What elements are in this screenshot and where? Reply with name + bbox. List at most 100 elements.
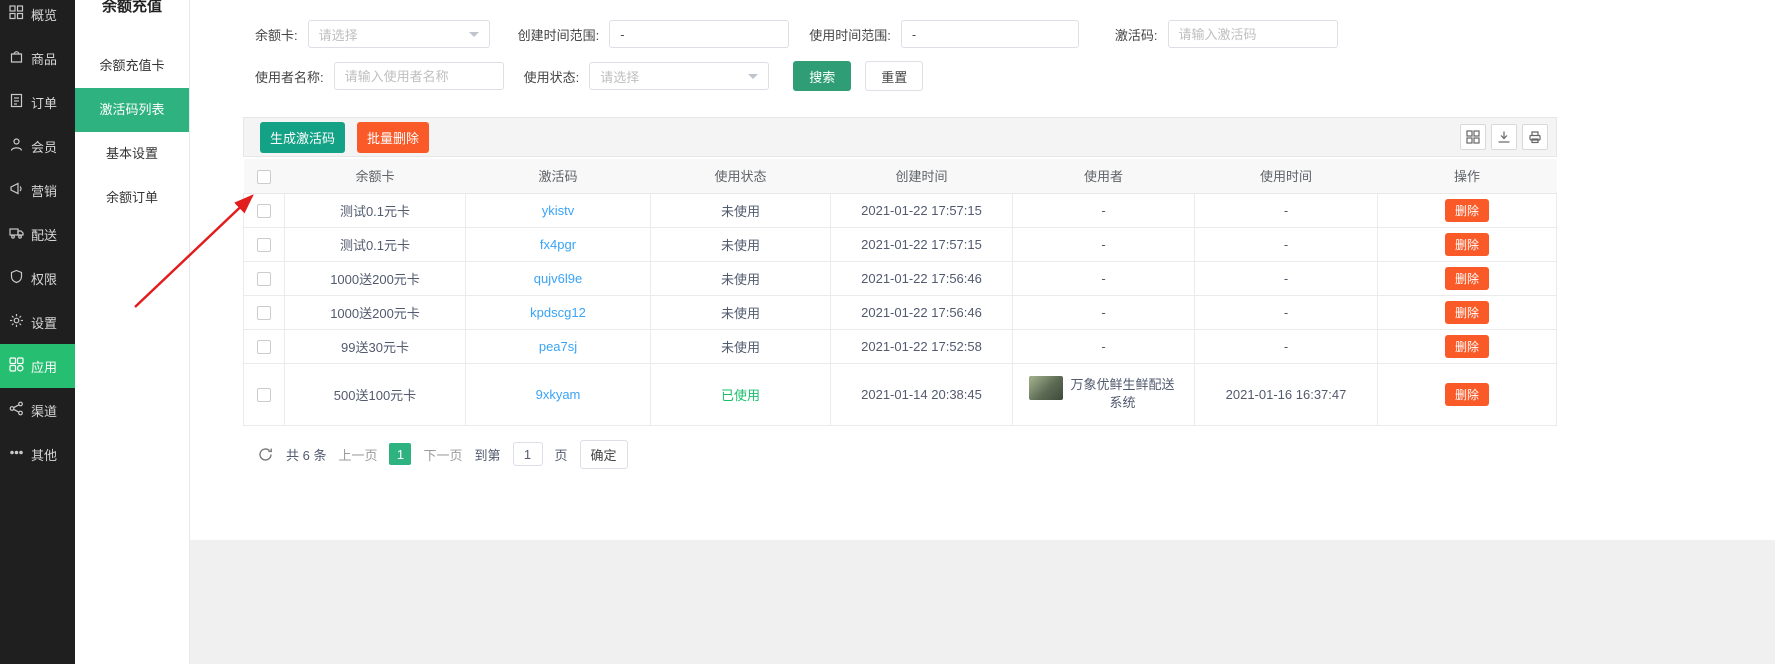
- select-placeholder: 请选择: [600, 69, 640, 85]
- cell-card: 99送30元卡: [284, 328, 466, 364]
- submenu-item-balance-orders[interactable]: 余额订单: [75, 176, 189, 220]
- balance-card-select[interactable]: 请选择: [307, 20, 490, 48]
- submenu-sidebar: 余额充值 余额充值卡 激活码列表 基本设置 余额订单: [75, 0, 190, 664]
- column-header: 操作: [1377, 159, 1557, 194]
- cell-user: -: [1012, 294, 1195, 330]
- marketing-icon: [9, 181, 24, 199]
- apps-icon: [9, 357, 24, 375]
- delete-button[interactable]: 删除: [1444, 198, 1489, 222]
- sidebar-item-goods[interactable]: 商品: [0, 36, 75, 80]
- cell-card: 测试0.1元卡: [284, 226, 466, 262]
- delete-button[interactable]: 删除: [1444, 334, 1489, 358]
- generate-code-button[interactable]: 生成激活码: [260, 121, 346, 153]
- activation-code-link[interactable]: ykistv: [542, 203, 575, 218]
- create-time-range-input[interactable]: [609, 20, 790, 48]
- column-header: 使用时间: [1194, 159, 1378, 194]
- cell-user: -: [1012, 260, 1195, 296]
- delete-button[interactable]: 删除: [1444, 266, 1489, 290]
- confirm-button[interactable]: 确定: [579, 439, 628, 469]
- cell-status: 未使用: [650, 328, 831, 364]
- sidebar-item-label: 渠道: [31, 403, 58, 419]
- table-row: 测试0.1元卡 fx4pgr 未使用 2021-01-22 17:57:15 -…: [243, 226, 1557, 262]
- use-time-range-input[interactable]: [900, 20, 1079, 48]
- column-header: 创建时间: [830, 159, 1013, 194]
- sidebar-item-other[interactable]: 其他: [0, 432, 75, 476]
- filter-row-1: 余额卡: 请选择 创建时间范围: 使用时间范围: 激活码:: [255, 20, 1775, 48]
- sidebar-item-label: 权限: [31, 271, 58, 287]
- search-button[interactable]: 搜索: [793, 61, 852, 91]
- use-status-select[interactable]: 请选择: [589, 62, 770, 90]
- row-checkbox[interactable]: [257, 305, 271, 320]
- activation-code-link[interactable]: kpdscg12: [530, 305, 586, 320]
- cell-status: 未使用: [650, 294, 831, 330]
- activation-codes-table: 余额卡 激活码 使用状态 创建时间 使用者 使用时间 操作 测试0.1元卡 yk…: [243, 159, 1557, 426]
- chevron-down-icon: [748, 73, 759, 79]
- other-icon: [9, 445, 24, 463]
- table-row: 1000送200元卡 qujv6l9e 未使用 2021-01-22 17:56…: [243, 260, 1557, 296]
- submenu-item-basic-settings[interactable]: 基本设置: [75, 132, 189, 176]
- select-placeholder: 请选择: [318, 27, 358, 43]
- user-avatar: [1028, 376, 1063, 400]
- delete-button[interactable]: 删除: [1444, 300, 1489, 324]
- refresh-icon[interactable]: [257, 446, 274, 463]
- activation-code-link[interactable]: pea7sj: [539, 339, 577, 354]
- table-section: 生成激活码 批量删除 余额卡 激活码 使用状态 创建时间 使用者 使用时间 操作…: [243, 117, 1557, 469]
- sidebar-item-apps[interactable]: 应用: [0, 344, 75, 388]
- overview-icon: [9, 5, 24, 23]
- sidebar-item-permissions[interactable]: 权限: [0, 256, 75, 300]
- sidebar-item-label: 概览: [31, 7, 58, 23]
- pagination: 共 6 条 上一页 1 下一页 到第 页 确定: [243, 432, 1557, 469]
- cell-created: 2021-01-22 17:57:15: [830, 192, 1013, 228]
- channels-icon: [9, 401, 24, 419]
- cell-used-at: -: [1194, 294, 1378, 330]
- page-background: [190, 540, 1775, 664]
- delete-button[interactable]: 删除: [1444, 382, 1489, 406]
- activation-code-link[interactable]: fx4pgr: [540, 237, 576, 252]
- sidebar-item-members[interactable]: 会员: [0, 124, 75, 168]
- sidebar-item-label: 配送: [31, 227, 58, 243]
- activation-code-link[interactable]: qujv6l9e: [534, 271, 582, 286]
- user-name-input[interactable]: [333, 62, 504, 90]
- cell-status: 未使用: [650, 260, 831, 296]
- row-checkbox[interactable]: [257, 203, 271, 218]
- goods-icon: [9, 49, 24, 67]
- goto-page-input[interactable]: [512, 442, 543, 466]
- prev-page-button[interactable]: 上一页: [338, 445, 377, 464]
- current-page-button[interactable]: 1: [389, 443, 412, 465]
- cell-user: 万象优鲜生鲜配送系统: [1012, 362, 1195, 426]
- print-icon[interactable]: [1522, 124, 1548, 150]
- row-checkbox[interactable]: [257, 271, 271, 286]
- sidebar-item-orders[interactable]: 订单: [0, 80, 75, 124]
- goto-suffix-label: 页: [554, 447, 568, 463]
- cell-created: 2021-01-22 17:56:46: [830, 260, 1013, 296]
- next-page-button[interactable]: 下一页: [423, 445, 462, 464]
- batch-delete-button[interactable]: 批量删除: [357, 121, 430, 153]
- submenu-item-activation-codes[interactable]: 激活码列表: [75, 88, 189, 132]
- reset-button[interactable]: 重置: [865, 61, 924, 91]
- filter-row-2: 使用者名称: 使用状态: 请选择 搜索 重置: [255, 61, 1775, 91]
- cell-used-at: -: [1194, 260, 1378, 296]
- activation-code-input[interactable]: [1167, 20, 1338, 48]
- sidebar-item-marketing[interactable]: 营销: [0, 168, 75, 212]
- sidebar-item-settings[interactable]: 设置: [0, 300, 75, 344]
- orders-icon: [9, 93, 24, 111]
- row-checkbox[interactable]: [257, 387, 271, 402]
- export-icon[interactable]: [1491, 124, 1517, 150]
- activation-code-link[interactable]: 9xkyam: [536, 387, 581, 402]
- grid-view-icon[interactable]: [1460, 124, 1486, 150]
- submenu-item-recharge-cards[interactable]: 余额充值卡: [75, 44, 189, 88]
- sidebar-item-channels[interactable]: 渠道: [0, 388, 75, 432]
- main-content: 余额卡: 请选择 创建时间范围: 使用时间范围: 激活码: 使用者名称: 使用状…: [190, 0, 1775, 664]
- delete-button[interactable]: 删除: [1444, 232, 1489, 256]
- select-all-checkbox[interactable]: [257, 169, 271, 184]
- sidebar-item-delivery[interactable]: 配送: [0, 212, 75, 256]
- create-time-label: 创建时间范围:: [517, 27, 600, 43]
- sidebar-item-overview[interactable]: 概览: [0, 0, 75, 36]
- code-label: 激活码:: [1114, 27, 1158, 43]
- column-header: 使用者: [1012, 159, 1195, 194]
- column-header: 余额卡: [284, 159, 466, 194]
- cell-used-at: -: [1194, 192, 1378, 228]
- row-checkbox[interactable]: [257, 339, 271, 354]
- members-icon: [9, 137, 24, 155]
- row-checkbox[interactable]: [257, 237, 271, 252]
